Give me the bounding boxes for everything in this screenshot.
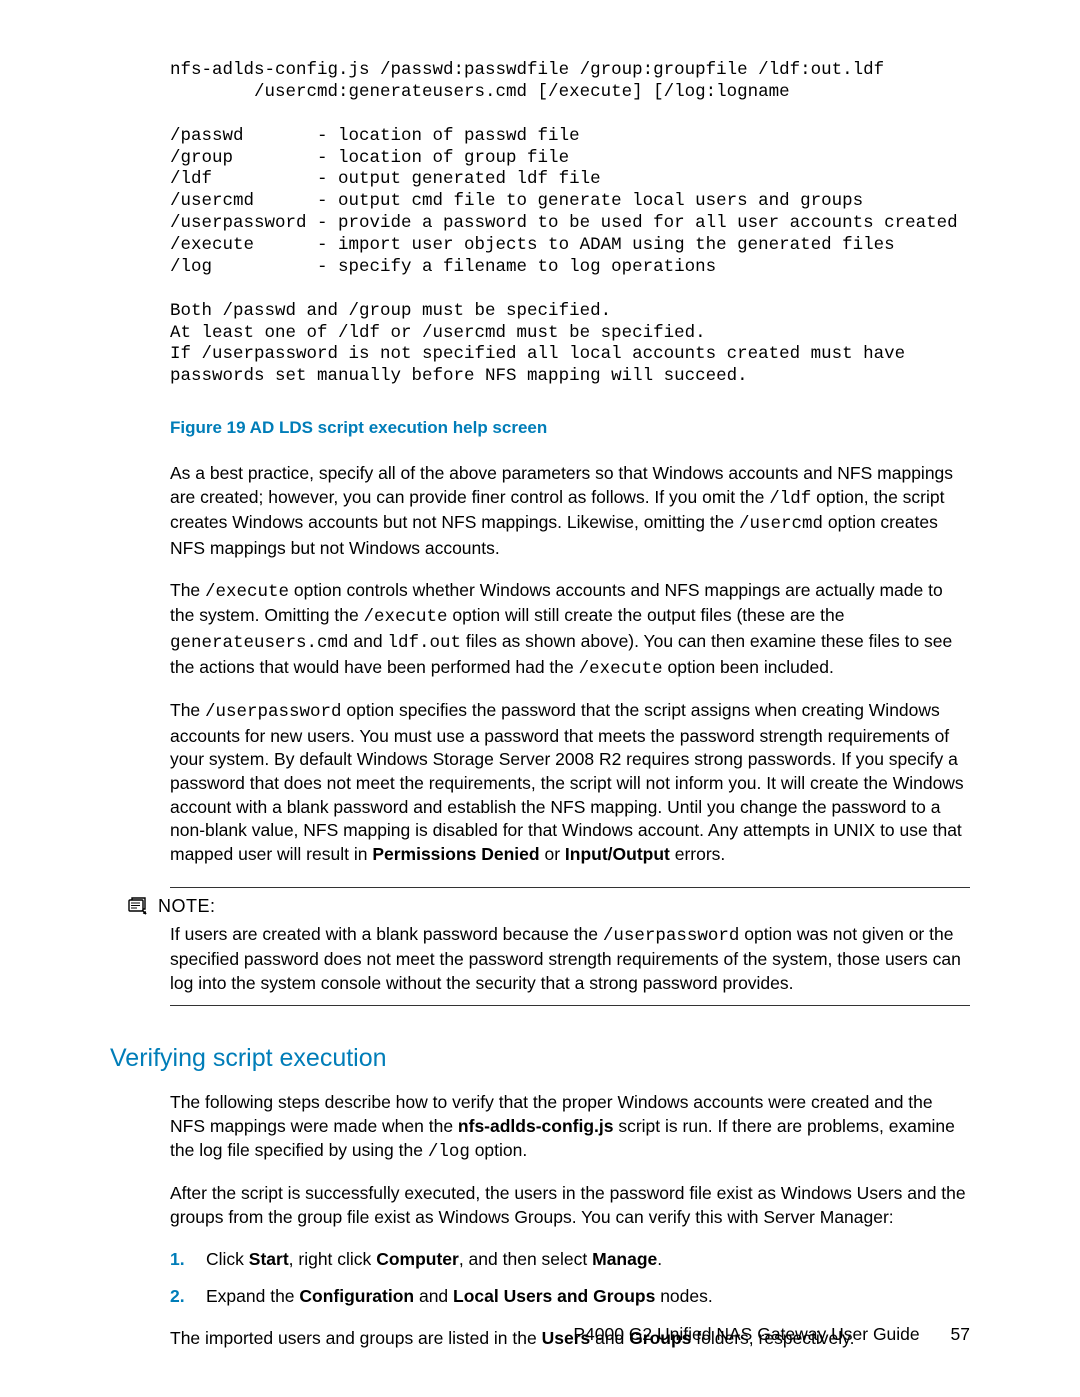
note-label: NOTE: — [158, 896, 216, 917]
body-paragraph-5: After the script is successfully execute… — [170, 1182, 970, 1229]
step-item: Click Start, right click Computer, and t… — [170, 1248, 970, 1272]
text: and — [414, 1286, 453, 1306]
body-paragraph-2: The /execute option controls whether Win… — [170, 579, 970, 682]
bold-text: Input/Output — [565, 844, 670, 864]
body-paragraph-4: The following steps describe how to veri… — [170, 1091, 970, 1164]
text: . — [657, 1249, 662, 1269]
bold-text: Local Users and Groups — [453, 1286, 655, 1306]
text: option been included. — [663, 657, 834, 677]
code-block: nfs-adlds-config.js /passwd:passwdfile /… — [170, 60, 970, 388]
bold-text: nfs-adlds-config.js — [458, 1116, 614, 1136]
text: option will still create the output file… — [448, 605, 845, 625]
bold-text: Start — [249, 1249, 289, 1269]
note-body: If users are created with a blank passwo… — [170, 923, 970, 996]
text: nodes. — [655, 1286, 712, 1306]
page-footer: P4000 G2 Unified NAS Gateway User Guide … — [573, 1324, 970, 1345]
text: , right click — [289, 1249, 377, 1269]
ordered-steps: Click Start, right click Computer, and t… — [170, 1248, 970, 1309]
bold-text: Configuration — [299, 1286, 414, 1306]
figure-caption: Figure 19 AD LDS script execution help s… — [170, 418, 970, 438]
text: , and then select — [459, 1249, 592, 1269]
body-paragraph-1: As a best practice, specify all of the a… — [170, 462, 970, 561]
inline-code: /execute — [205, 582, 289, 602]
inline-code: /userpassword — [205, 702, 342, 722]
inline-code: /usercmd — [739, 514, 823, 534]
document-page: nfs-adlds-config.js /passwd:passwdfile /… — [0, 0, 1080, 1397]
bold-text: Manage — [592, 1249, 657, 1269]
inline-code: /execute — [364, 607, 448, 627]
section-heading: Verifying script execution — [110, 1044, 970, 1073]
note-block: NOTE: If users are created with a blank … — [110, 887, 970, 1007]
text: The — [170, 700, 205, 720]
text: Expand the — [206, 1286, 299, 1306]
note-header: NOTE: — [128, 896, 970, 917]
inline-code: /ldf — [769, 489, 811, 509]
text: If users are created with a blank passwo… — [170, 924, 603, 944]
divider — [170, 1005, 970, 1006]
text: errors. — [670, 844, 725, 864]
bold-text: Computer — [376, 1249, 459, 1269]
inline-code: /log — [428, 1142, 470, 1162]
text: The imported users and groups are listed… — [170, 1328, 542, 1348]
note-icon — [128, 897, 148, 915]
bold-text: Permissions Denied — [372, 844, 539, 864]
text: or — [540, 844, 565, 864]
text: option specifies the password that the s… — [170, 700, 964, 864]
inline-code: /userpassword — [603, 926, 740, 946]
inline-code: ldf.out — [387, 633, 461, 653]
inline-code: /execute — [579, 659, 663, 679]
text: and — [349, 631, 388, 651]
inline-code: generateusers.cmd — [170, 633, 349, 653]
footer-title: P4000 G2 Unified NAS Gateway User Guide — [573, 1324, 919, 1344]
body-paragraph-3: The /userpassword option specifies the p… — [170, 699, 970, 866]
text: option. — [470, 1140, 527, 1160]
text: Click — [206, 1249, 249, 1269]
text: The — [170, 580, 205, 600]
page-number: 57 — [951, 1324, 970, 1344]
step-item: Expand the Configuration and Local Users… — [170, 1285, 970, 1309]
divider — [170, 887, 970, 888]
